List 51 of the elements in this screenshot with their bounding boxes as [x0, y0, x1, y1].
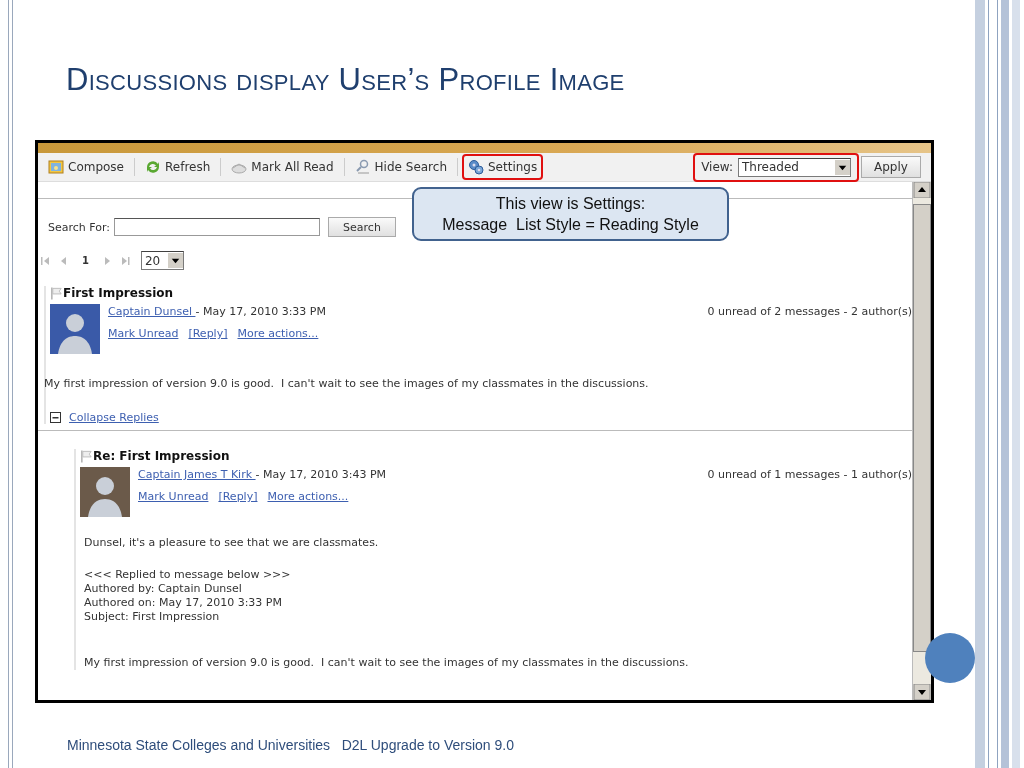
search-label: Search For:: [48, 220, 110, 234]
avatar: [50, 303, 100, 355]
scroll-down-icon[interactable]: [913, 684, 931, 700]
action-link[interactable]: [Reply]: [188, 327, 228, 340]
picture-frame-icon: [48, 159, 64, 175]
first-page-icon[interactable]: [40, 254, 52, 267]
refresh-icon: [145, 159, 161, 175]
post-text: Dunsel, it's a pleasure to see that we are classmates.: [84, 536, 380, 550]
toolbar-button[interactable]: Compose: [42, 154, 130, 180]
search-icon: [354, 159, 371, 175]
collapse-icon[interactable]: [50, 412, 61, 423]
author-link[interactable]: Captain Dunsel: [108, 305, 196, 318]
post-text: My first impression of version 9.0 is good. I can't wait to see the images of my classmates in the discussions.: [84, 656, 690, 670]
post-subject: Re: First Impression: [93, 449, 230, 463]
search-button[interactable]: Search: [328, 217, 396, 237]
callout-text: This view is Settings:: [495, 194, 646, 214]
scrollbar[interactable]: [912, 182, 931, 700]
post-date: - May 17, 2010 3:33 PM: [195, 305, 326, 318]
action-link[interactable]: More actions...: [267, 490, 349, 503]
avatar: [80, 466, 130, 518]
post-text: <<< Replied to message below >>> Authored by: Captain Dunsel Authored on: May 17, 2010 3:33 PM Subject: First Impression: [84, 568, 292, 625]
toolbar-button[interactable]: Settings: [462, 154, 544, 180]
circle-decoration: [925, 633, 975, 683]
slide-footer: Minnesota State Colleges and Universities D2L Upgrade to Version 9.0: [67, 737, 974, 753]
post-text: My first impression of version 9.0 is good. I can't wait to see the images of my classmates in the discussions.: [44, 377, 650, 391]
view-dropdown[interactable]: Threaded: [738, 157, 851, 177]
action-link[interactable]: Mark Unread: [108, 327, 179, 340]
flag-icon: [50, 286, 63, 300]
settings-icon: [468, 159, 484, 175]
author-link[interactable]: Captain James T Kirk: [138, 468, 256, 481]
toolbar-button[interactable]: Refresh: [139, 154, 217, 180]
flag-icon: [80, 449, 93, 463]
post-stats: 0 unread of 2 messages - 2 author(s): [707, 305, 912, 318]
action-link[interactable]: More actions...: [237, 327, 319, 340]
scroll-up-icon[interactable]: [913, 182, 931, 198]
action-link[interactable]: Mark Unread: [138, 490, 209, 503]
search-field[interactable]: [114, 218, 320, 236]
toolbar-button[interactable]: Mark All Read: [225, 154, 340, 180]
page-number: 1: [82, 255, 89, 266]
collapse-replies-link[interactable]: Collapse Replies: [69, 411, 159, 424]
callout-text: Message List Style = Reading Style: [442, 215, 699, 235]
scrollbar-thumb[interactable]: [913, 204, 931, 652]
view-label: View:: [701, 160, 733, 174]
post-date: - May 17, 2010 3:43 PM: [255, 468, 387, 481]
slide-title: Discussions display User’s Profile Image: [66, 62, 625, 98]
page-size-dropdown[interactable]: 20: [140, 251, 184, 270]
toolbar-button[interactable]: Hide Search: [348, 154, 453, 180]
apply-button[interactable]: Apply: [861, 156, 921, 178]
post-subject: First Impression: [63, 286, 174, 300]
action-link[interactable]: [Reply]: [218, 490, 258, 503]
post-stats: 0 unread of 1 messages - 1 author(s): [707, 468, 912, 481]
